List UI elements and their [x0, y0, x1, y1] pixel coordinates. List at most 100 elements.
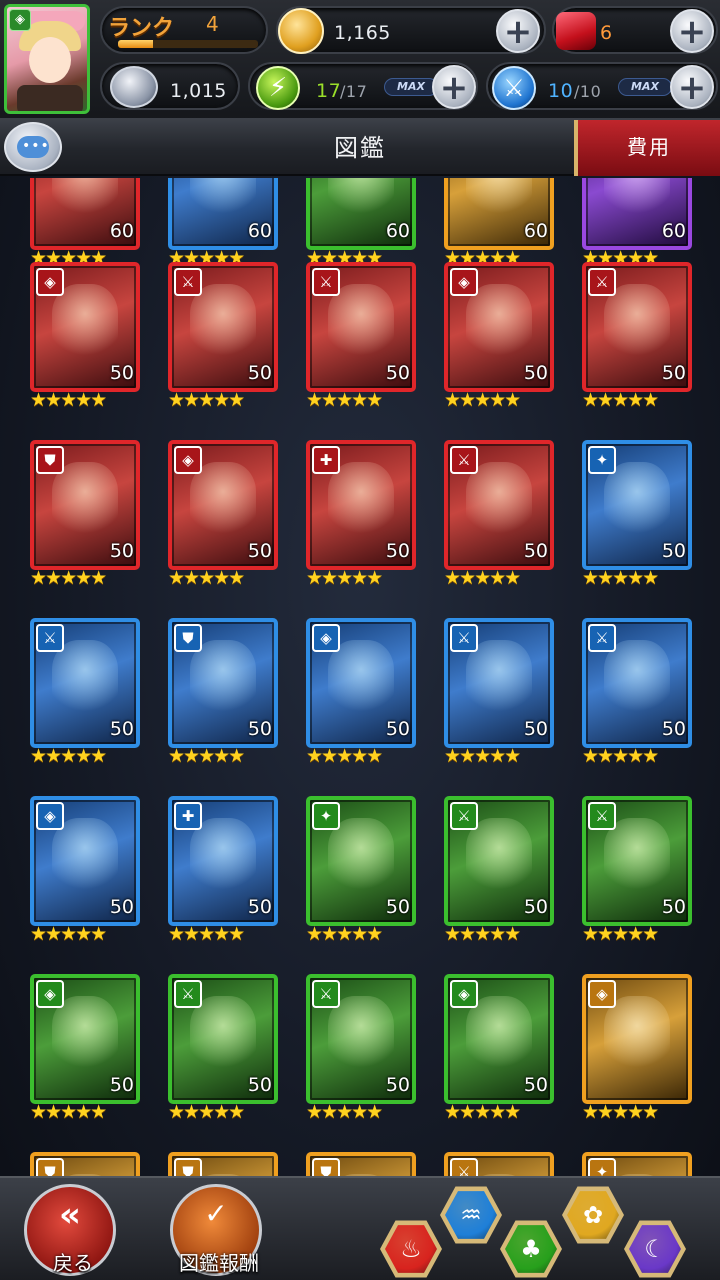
dark-element-filter[interactable]: ☾: [624, 1220, 686, 1278]
rarity-stars: ★★★★★: [582, 745, 659, 767]
unit-card[interactable]: ⛊★★★★★: [306, 1152, 416, 1176]
unit-card[interactable]: ✦ 50 ★★★★★: [582, 440, 692, 588]
light-element-filter[interactable]: ✿: [562, 1186, 624, 1244]
unit-card[interactable]: ⚔ 50 ★★★★★: [444, 618, 554, 766]
unit-card[interactable]: ⚔ 50 ★★★★★: [306, 974, 416, 1122]
unit-card[interactable]: ✦★★★★★: [582, 1152, 692, 1176]
unit-card[interactable]: ◈ 50 ★★★★★: [444, 974, 554, 1122]
unit-card[interactable]: ⛊★★★★★: [30, 1152, 140, 1176]
unit-card[interactable]: ⛊★★★★★: [168, 1152, 278, 1176]
water-element-icon: ♒: [445, 1191, 497, 1239]
unit-card[interactable]: ⚔60★★★★★: [582, 178, 692, 268]
checkmark-icon: ✓: [204, 1197, 228, 1230]
rarity-stars: ★★★★★: [30, 1101, 107, 1123]
rarity-stars: ★★★★★: [306, 745, 383, 767]
unit-card[interactable]: ⚔ 50 ★★★★★: [30, 618, 140, 766]
cost-tab[interactable]: 費用: [574, 120, 720, 176]
battle-current: 10: [548, 80, 574, 102]
collection-reward-label: 図鑑報酬: [179, 1251, 259, 1275]
unit-card[interactable]: ⚔ 50 ★★★★★: [168, 974, 278, 1122]
gem-icon: [556, 12, 596, 50]
unit-card[interactable]: ◈ 50 ★★★★★: [30, 796, 140, 944]
unit-level: 50: [385, 718, 410, 740]
sword-icon: ⚔: [174, 268, 202, 296]
unit-level: 50: [385, 362, 410, 384]
player-avatar[interactable]: ◈: [4, 4, 90, 114]
rank-label: ランク: [108, 16, 175, 41]
shield-icon: ⛊: [36, 1158, 64, 1176]
water-element-filter[interactable]: ♒: [440, 1186, 502, 1244]
unit-card[interactable]: ⚔60★★★★★: [30, 178, 140, 268]
add-gem-button[interactable]: +: [670, 9, 714, 53]
unit-level: 50: [385, 540, 410, 562]
heal-icon: ✚: [174, 802, 202, 830]
unit-card[interactable]: ⚔ 50 ★★★★★: [168, 262, 278, 410]
unit-card[interactable]: ◈ 50 ★★★★★: [30, 974, 140, 1122]
gold-coin-icon: [278, 8, 324, 54]
unit-level: 50: [523, 718, 548, 740]
support-icon: ✦: [312, 802, 340, 830]
rank-progress-bar: [118, 40, 258, 48]
unit-card[interactable]: ◈ 50 ★★★★★: [30, 262, 140, 410]
rarity-stars: ★★★★★: [30, 389, 107, 411]
unit-card[interactable]: ⚔★★★★★: [444, 1152, 554, 1176]
unit-level: 60: [247, 220, 272, 242]
magic-icon: ◈: [450, 268, 478, 296]
sword-battle-icon: ⚔: [492, 66, 536, 110]
unit-card[interactable]: ⚔ 50 ★★★★★: [582, 796, 692, 944]
unit-level: 50: [523, 362, 548, 384]
rank-progress-fill: [118, 40, 153, 48]
sword-icon: ⚔: [588, 802, 616, 830]
rarity-stars: ★★★★★: [306, 567, 383, 589]
unit-card[interactable]: ⚔ 50 ★★★★★: [444, 796, 554, 944]
add-battle-points-button[interactable]: +: [670, 65, 714, 109]
unit-card[interactable]: ⚔60★★★★★: [306, 178, 416, 268]
friend-points-amount: 1,015: [170, 80, 227, 102]
add-gold-button[interactable]: +: [496, 9, 540, 53]
unit-portrait: [52, 178, 118, 216]
unit-level: 50: [247, 718, 272, 740]
magic-icon: ◈: [312, 624, 340, 652]
unit-card[interactable]: ✦ 50 ★★★★★: [306, 796, 416, 944]
double-chevron-left-icon: «: [59, 1195, 81, 1235]
unit-card[interactable]: ◈ ★★★★★: [582, 974, 692, 1122]
bottom-bar: « 戻る ✓ 図鑑報酬 ♨ ♒ ♣ ✿ ☾: [0, 1176, 720, 1280]
unit-card[interactable]: ⛊ 50 ★★★★★: [30, 440, 140, 588]
unit-card[interactable]: ⚔60★★★★★: [444, 178, 554, 268]
sword-icon: ⚔: [588, 268, 616, 296]
wood-element-icon: ♣: [505, 1225, 557, 1273]
unit-portrait: [190, 178, 256, 216]
rarity-stars: ★★★★★: [168, 389, 245, 411]
collection-reward-button[interactable]: ✓ 図鑑報酬: [170, 1184, 262, 1276]
rarity-stars: ★★★★★: [168, 923, 245, 945]
unit-card[interactable]: ⚔60★★★★★: [168, 178, 278, 268]
magic-icon: ◈: [174, 446, 202, 474]
rarity-stars: ★★★★★: [582, 389, 659, 411]
battle-max-tag: MAX: [618, 78, 672, 96]
rarity-stars: ★★★★★: [306, 389, 383, 411]
wood-element-filter[interactable]: ♣: [500, 1220, 562, 1278]
unit-level: 50: [523, 540, 548, 562]
magic-icon: ◈: [588, 980, 616, 1008]
unit-level: 60: [523, 220, 548, 242]
unit-card[interactable]: ⚔ 50 ★★★★★: [582, 262, 692, 410]
unit-card[interactable]: ✚ 50 ★★★★★: [168, 796, 278, 944]
rarity-stars: ★★★★★: [582, 1101, 659, 1123]
unit-card[interactable]: ⚔ 50 ★★★★★: [582, 618, 692, 766]
unit-card[interactable]: ⚔ 50 ★★★★★: [444, 440, 554, 588]
fire-element-filter[interactable]: ♨: [380, 1220, 442, 1278]
back-button[interactable]: « 戻る: [24, 1184, 116, 1276]
add-stamina-button[interactable]: +: [432, 65, 476, 109]
unit-card[interactable]: ◈ 50 ★★★★★: [444, 262, 554, 410]
unit-card[interactable]: ⚔ 50 ★★★★★: [306, 262, 416, 410]
unit-level: 50: [247, 896, 272, 918]
unit-card[interactable]: ◈ 50 ★★★★★: [168, 440, 278, 588]
unit-card[interactable]: ⛊ 50 ★★★★★: [168, 618, 278, 766]
rarity-stars: ★★★★★: [444, 923, 521, 945]
unit-card[interactable]: ✚ 50 ★★★★★: [306, 440, 416, 588]
unit-card[interactable]: ◈ 50 ★★★★★: [306, 618, 416, 766]
unit-level: 50: [247, 362, 272, 384]
unit-level: 50: [385, 1074, 410, 1096]
stamina-current: 17: [316, 80, 342, 102]
rarity-stars: ★★★★★: [168, 567, 245, 589]
